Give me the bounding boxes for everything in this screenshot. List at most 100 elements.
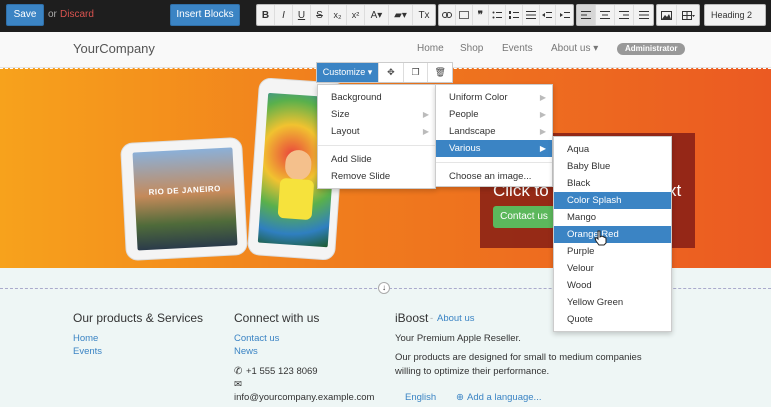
table-icon[interactable] — [677, 5, 699, 25]
menu-add-slide-label: Add Slide — [331, 154, 372, 165]
background-color-button[interactable]: ▰▾ — [389, 5, 413, 25]
bg-option-color-splash[interactable]: Color Splash — [554, 192, 671, 209]
submenu-choose-image[interactable]: Choose an image... — [436, 168, 552, 185]
submenu-various[interactable]: Various ▶ — [436, 140, 552, 157]
footer-link-about-us[interactable]: About us — [437, 313, 475, 324]
justify-icon[interactable] — [634, 5, 653, 25]
bg-option-mango[interactable]: Mango — [554, 209, 671, 226]
outdent-icon[interactable] — [540, 5, 557, 25]
customize-menu: Background Size ▶ Layout ▶ Add Slide Remov… — [317, 84, 436, 189]
footer-phone: +1 555 123 8069 — [246, 366, 318, 377]
strikethrough-button[interactable]: S — [311, 5, 329, 25]
image-icon[interactable] — [657, 5, 677, 25]
insert-blocks-button[interactable]: Insert Blocks — [170, 4, 240, 26]
hand-cursor-icon — [594, 230, 607, 246]
submenu-uniform-color[interactable]: Uniform Color ▶ — [436, 89, 552, 106]
align-right-icon[interactable] — [615, 5, 634, 25]
bg-option-wood[interactable]: Wood — [554, 277, 671, 294]
chevron-right-icon: ▶ — [422, 110, 429, 119]
footer-link-contact-us[interactable]: Contact us — [234, 333, 279, 344]
clear-format-button[interactable]: Tx — [413, 5, 435, 25]
site-logo[interactable]: YourCompany — [73, 41, 155, 56]
nav-about-us[interactable]: About us ▾ — [551, 43, 598, 54]
chevron-right-icon: ▶ — [539, 110, 546, 119]
unordered-list-icon[interactable] — [489, 5, 506, 25]
kid-face — [284, 149, 313, 181]
envelope-icon: ✉ — [234, 379, 242, 390]
or-label: or — [48, 9, 57, 20]
menu-divider — [318, 145, 435, 146]
footer-link-news[interactable]: News — [234, 346, 258, 357]
bold-button[interactable]: B — [257, 5, 275, 25]
footer-link-home[interactable]: Home — [73, 333, 98, 344]
footer-link-events[interactable]: Events — [73, 346, 102, 357]
bg-option-black[interactable]: Black — [554, 175, 671, 192]
checklist-icon[interactable] — [523, 5, 540, 25]
menu-remove-slide[interactable]: Remove Slide — [318, 168, 435, 185]
tablet-screen-rio: RIO DE JANEIRO — [132, 147, 238, 251]
link-icon[interactable] — [439, 5, 456, 25]
menu-add-slide[interactable]: Add Slide — [318, 151, 435, 168]
bg-option-aqua[interactable]: Aqua — [554, 141, 671, 158]
editor-toolbar: Save or Discard Insert Blocks B I U S x₂… — [0, 0, 771, 32]
subscript-button[interactable]: x₂ — [329, 5, 347, 25]
nav-shop[interactable]: Shop — [460, 43, 483, 54]
bg-option-yellow-green[interactable]: Yellow Green — [554, 294, 671, 311]
plus-circle-icon[interactable]: ⊕ — [456, 392, 464, 403]
align-center-icon[interactable] — [596, 5, 615, 25]
chevron-right-icon: ▶ — [539, 144, 546, 153]
title-dash: - — [430, 313, 434, 324]
quote-icon[interactable]: ❞ — [473, 5, 490, 25]
align-left-icon[interactable] — [577, 5, 596, 25]
save-button[interactable]: Save — [6, 4, 44, 26]
menu-layout[interactable]: Layout ▶ — [318, 123, 435, 140]
people-label: People — [449, 109, 479, 120]
bg-option-velour[interactable]: Velour — [554, 260, 671, 277]
submenu-landscape[interactable]: Landscape ▶ — [436, 123, 552, 140]
discard-link[interactable]: Discard — [60, 9, 94, 20]
footer-connect-title: Connect with us — [234, 311, 320, 325]
superscript-button[interactable]: x² — [347, 5, 365, 25]
menu-size-label: Size — [331, 109, 350, 120]
font-color-button[interactable]: A▾ — [365, 5, 389, 25]
menu-size[interactable]: Size ▶ — [318, 106, 435, 123]
admin-user-menu[interactable]: Administrator — [617, 43, 686, 55]
kid-shirt — [277, 177, 315, 221]
duplicate-icon[interactable]: ❐ — [402, 63, 428, 82]
add-language-link[interactable]: Add a language... — [467, 392, 541, 403]
hr-icon[interactable] — [456, 5, 473, 25]
align-group — [576, 4, 654, 26]
footer-email[interactable]: info@yourcompany.example.com — [234, 392, 374, 403]
ordered-list-icon[interactable] — [506, 5, 523, 25]
nav-home[interactable]: Home — [417, 43, 444, 54]
language-english[interactable]: English — [405, 392, 436, 403]
text-format-group: B I U S x₂ x² A▾ ▰▾ Tx — [256, 4, 436, 26]
phone-icon: ✆ — [234, 366, 243, 377]
bg-option-baby-blue[interactable]: Baby Blue — [554, 158, 671, 175]
uniform-color-label: Uniform Color — [449, 92, 508, 103]
bg-option-quote[interactable]: Quote — [554, 311, 671, 328]
various-submenu: Aqua Baby Blue Black Color Splash Mango … — [553, 136, 672, 332]
footer-products-title: Our products & Services — [73, 311, 204, 325]
contact-us-button[interactable]: Contact us — [493, 206, 555, 228]
snippet-options-bar: Customize ▾ ✥ ❐ 🗑 — [316, 62, 453, 83]
arrow-down-icon[interactable]: ↓ — [378, 282, 390, 294]
indent-icon[interactable] — [556, 5, 573, 25]
customize-button[interactable]: Customize ▾ — [317, 63, 378, 82]
menu-background-label: Background — [331, 92, 382, 103]
trash-icon[interactable]: 🗑 — [427, 63, 452, 82]
background-submenu: Uniform Color ▶ People ▶ Landscape ▶ Variou… — [435, 84, 553, 187]
nav-events[interactable]: Events — [502, 43, 533, 54]
media-group — [656, 4, 700, 26]
heading-select[interactable]: Heading 2 — [704, 4, 766, 26]
choose-image-label: Choose an image... — [449, 171, 532, 182]
menu-divider — [436, 162, 552, 163]
move-icon[interactable]: ✥ — [378, 63, 403, 82]
underline-button[interactable]: U — [293, 5, 311, 25]
bg-option-orange-red[interactable]: Orange Red — [554, 226, 671, 243]
submenu-people[interactable]: People ▶ — [436, 106, 552, 123]
italic-button[interactable]: I — [275, 5, 293, 25]
menu-background[interactable]: Background — [318, 89, 435, 106]
menu-layout-label: Layout — [331, 126, 360, 137]
bg-option-purple[interactable]: Purple — [554, 243, 671, 260]
